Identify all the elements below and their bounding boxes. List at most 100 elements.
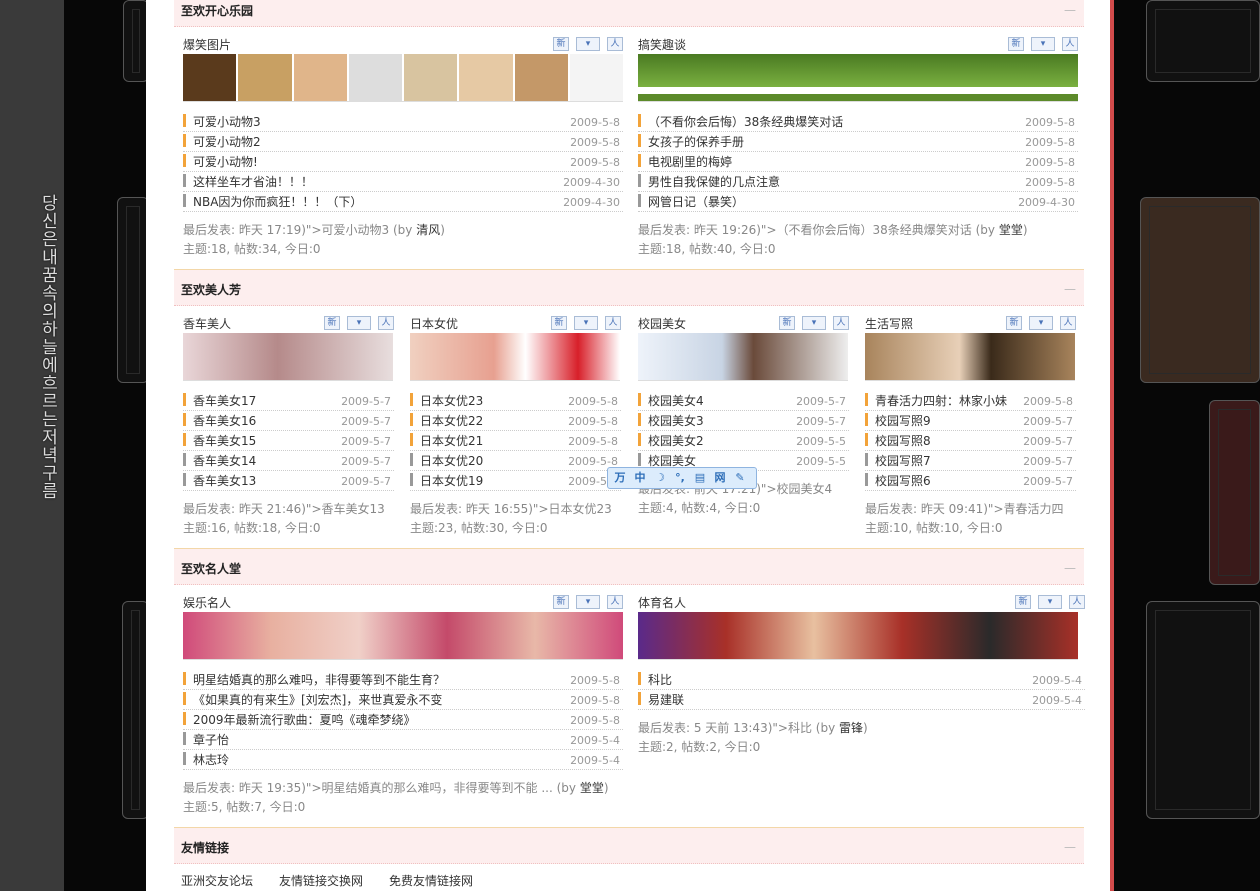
- new-post-icon[interactable]: 新: [1006, 316, 1022, 330]
- thread-item[interactable]: 章子怡 2009-5-4: [183, 730, 623, 750]
- moderator-icon[interactable]: 人: [607, 595, 623, 609]
- thread-title[interactable]: 日本女优23: [420, 394, 483, 408]
- collapse-icon[interactable]: —: [1064, 561, 1076, 575]
- forum-banner-image[interactable]: [410, 333, 620, 381]
- thread-item[interactable]: 香车美女14 2009-5-7: [183, 451, 394, 471]
- new-post-icon[interactable]: 新: [1015, 595, 1031, 609]
- thread-item[interactable]: 电视剧里的梅婷 2009-5-8: [638, 152, 1078, 172]
- collapse-icon[interactable]: —: [1064, 282, 1076, 296]
- thread-item[interactable]: 校园写照6 2009-5-7: [865, 471, 1076, 491]
- forum-banner-image[interactable]: [183, 54, 623, 102]
- forum-options-icon[interactable]: ▾: [802, 316, 826, 330]
- thread-title[interactable]: 科比: [648, 673, 672, 687]
- thread-item[interactable]: 明星结婚真的那么难吗，非得要等到不能生育？ 2009-5-8: [183, 670, 623, 690]
- thread-item[interactable]: NBA因为你而疯狂！！！（下） 2009-4-30: [183, 192, 623, 212]
- collapse-icon[interactable]: —: [1064, 3, 1076, 17]
- ime-chinese-mode-icon[interactable]: 中: [632, 470, 648, 486]
- thread-title[interactable]: 章子怡: [193, 733, 229, 747]
- thread-title[interactable]: 校园写照7: [875, 454, 931, 468]
- forum-options-icon[interactable]: ▾: [576, 595, 600, 609]
- thread-item[interactable]: 这样坐车才省油！！！ 2009-4-30: [183, 172, 623, 192]
- thread-item[interactable]: 网管日记（暴笑） 2009-4-30: [638, 192, 1078, 212]
- forum-options-icon[interactable]: ▾: [1031, 37, 1055, 51]
- thread-title[interactable]: （不看你会后悔）38条经典爆笑对话: [648, 115, 843, 129]
- moderator-icon[interactable]: 人: [833, 316, 849, 330]
- thread-item[interactable]: 香车美女17 2009-5-7: [183, 391, 394, 411]
- thread-item[interactable]: 日本女优20 2009-5-8: [410, 451, 621, 471]
- new-post-icon[interactable]: 新: [779, 316, 795, 330]
- friend-link[interactable]: 友情链接交换网: [279, 872, 363, 889]
- thread-title[interactable]: 校园美女: [648, 454, 696, 468]
- last-post-user[interactable]: 雷锋: [839, 721, 863, 735]
- moderator-icon[interactable]: 人: [605, 316, 621, 330]
- last-post[interactable]: 最后发表: 昨天 21:46)">香车美女13: [183, 500, 394, 518]
- thread-title[interactable]: 2009年最新流行歌曲：夏鸣《魂牵梦绕》: [193, 713, 416, 727]
- thread-title[interactable]: 可爱小动物2: [193, 135, 261, 149]
- friend-link[interactable]: 免费友情链接网: [389, 872, 473, 889]
- thread-item[interactable]: 可爱小动物2 2009-5-8: [183, 132, 623, 152]
- thread-title[interactable]: 易建联: [648, 693, 684, 707]
- thread-item[interactable]: （不看你会后悔）38条经典爆笑对话 2009-5-8: [638, 112, 1078, 132]
- thread-title[interactable]: NBA因为你而疯狂！！！（下）: [193, 195, 362, 209]
- thread-item[interactable]: 男性自我保健的几点注意 2009-5-8: [638, 172, 1078, 192]
- last-post[interactable]: 最后发表: 昨天 16:55)">日本女优23: [410, 500, 621, 518]
- thread-title[interactable]: 《如果真的有来生》[刘宏杰]，来世真爱永不变: [193, 693, 442, 707]
- thread-item[interactable]: 日本女优21 2009-5-8: [410, 431, 621, 451]
- thread-title[interactable]: 校园美女2: [648, 434, 704, 448]
- last-post-user[interactable]: 堂堂: [580, 781, 604, 795]
- last-post-user[interactable]: 清风: [416, 223, 440, 237]
- thread-title[interactable]: 香车美女16: [193, 414, 256, 428]
- thread-item[interactable]: 校园写照9 2009-5-7: [865, 411, 1076, 431]
- forum-options-icon[interactable]: ▾: [576, 37, 600, 51]
- category-header[interactable]: 至欢开心乐园 —: [174, 0, 1084, 27]
- moderator-icon[interactable]: 人: [1060, 316, 1076, 330]
- forum-banner-image[interactable]: [183, 333, 393, 381]
- thread-item[interactable]: 女孩子的保养手册 2009-5-8: [638, 132, 1078, 152]
- ime-logo-icon[interactable]: 万: [612, 470, 628, 486]
- thread-item[interactable]: 校园美女4 2009-5-7: [638, 391, 849, 411]
- new-post-icon[interactable]: 新: [553, 37, 569, 51]
- moderator-icon[interactable]: 人: [1069, 595, 1085, 609]
- thread-title[interactable]: 网管日记（暴笑）: [648, 195, 744, 209]
- last-post[interactable]: 最后发表: 昨天 17:19)">可爱小动物3 (by 清风): [183, 221, 623, 239]
- thread-title[interactable]: 男性自我保健的几点注意: [648, 175, 780, 189]
- thread-title[interactable]: 校园写照8: [875, 434, 931, 448]
- thread-item[interactable]: 易建联 2009-5-4: [638, 690, 1085, 710]
- thread-item[interactable]: 日本女优23 2009-5-8: [410, 391, 621, 411]
- forum-banner-image[interactable]: [638, 612, 1078, 660]
- collapse-icon[interactable]: —: [1064, 840, 1076, 854]
- thread-title[interactable]: 日本女优21: [420, 434, 483, 448]
- thread-title[interactable]: 明星结婚真的那么难吗，非得要等到不能生育？: [193, 673, 445, 687]
- forum-options-icon[interactable]: ▾: [574, 316, 598, 330]
- forum-options-icon[interactable]: ▾: [1029, 316, 1053, 330]
- thread-title[interactable]: 日本女优20: [420, 454, 483, 468]
- new-post-icon[interactable]: 新: [324, 316, 340, 330]
- thread-item[interactable]: 香车美女15 2009-5-7: [183, 431, 394, 451]
- thread-title[interactable]: 青春活力四射：林家小妹: [875, 394, 1007, 408]
- moderator-icon[interactable]: 人: [607, 37, 623, 51]
- thread-title[interactable]: 校园美女3: [648, 414, 704, 428]
- thread-item[interactable]: 日本女优19 2009-5-8: [410, 471, 621, 491]
- thread-item[interactable]: 香车美女13 2009-5-7: [183, 471, 394, 491]
- thread-title[interactable]: 女孩子的保养手册: [648, 135, 744, 149]
- thread-title[interactable]: 可爱小动物3: [193, 115, 261, 129]
- ime-keyboard-icon[interactable]: ▤: [692, 470, 708, 486]
- thread-title[interactable]: 香车美女14: [193, 454, 256, 468]
- forum-banner-image[interactable]: [638, 333, 848, 381]
- thread-title[interactable]: 香车美女15: [193, 434, 256, 448]
- moderator-icon[interactable]: 人: [1062, 37, 1078, 51]
- last-post[interactable]: 最后发表: 昨天 19:35)">明星结婚真的那么难吗，非得要等到不能 ... …: [183, 779, 623, 797]
- thread-item[interactable]: 科比 2009-5-4: [638, 670, 1085, 690]
- last-post[interactable]: 最后发表: 昨天 09:41)">青春活力四: [865, 500, 1076, 518]
- forum-banner-image[interactable]: [183, 612, 623, 660]
- ime-halfwidth-icon[interactable]: ☽: [652, 470, 668, 486]
- last-post-user[interactable]: 堂堂: [999, 223, 1023, 237]
- last-post[interactable]: 最后发表: 5 天前 13:43)">科比 (by 雷锋): [638, 719, 1085, 737]
- thread-item[interactable]: 青春活力四射：林家小妹 2009-5-8: [865, 391, 1076, 411]
- thread-item[interactable]: 日本女优22 2009-5-8: [410, 411, 621, 431]
- thread-title[interactable]: 香车美女17: [193, 394, 256, 408]
- thread-item[interactable]: 校园美女3 2009-5-7: [638, 411, 849, 431]
- thread-item[interactable]: 可爱小动物3 2009-5-8: [183, 112, 623, 132]
- thread-item[interactable]: 林志玲 2009-5-4: [183, 750, 623, 770]
- thread-item[interactable]: 2009年最新流行歌曲：夏鸣《魂牵梦绕》 2009-5-8: [183, 710, 623, 730]
